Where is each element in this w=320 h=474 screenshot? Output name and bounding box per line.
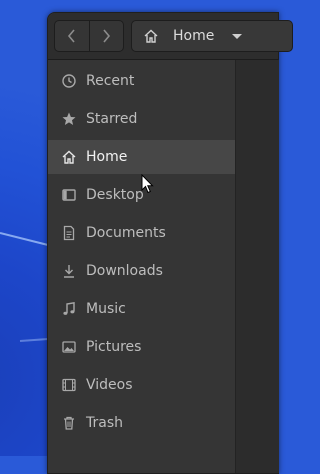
navigation-buttons <box>54 20 124 52</box>
sidebar-item-downloads[interactable]: Downloads <box>48 254 235 288</box>
sidebar-item-label: Recent <box>86 73 135 89</box>
sidebar-item-videos[interactable]: Videos <box>48 368 235 402</box>
places-sidebar: Recent Starred Home Desktop Documents Do… <box>48 60 235 473</box>
sidebar-item-label: Pictures <box>86 339 142 355</box>
trash-icon <box>60 414 78 432</box>
sidebar-item-label: Home <box>86 149 128 165</box>
sidebar-item-music[interactable]: Music <box>48 292 235 326</box>
mouse-pointer-icon <box>141 173 155 198</box>
location-label: Home <box>173 28 215 44</box>
clock-icon <box>60 72 78 90</box>
header-bar: Home <box>48 13 293 60</box>
sidebar-item-label: Trash <box>86 415 123 431</box>
sidebar-item-home[interactable]: Home <box>48 140 235 174</box>
music-icon <box>60 300 78 318</box>
document-icon <box>60 224 78 242</box>
chevron-left-icon <box>67 29 75 43</box>
sidebar-item-label: Desktop <box>86 187 144 203</box>
chevron-down-icon[interactable] <box>232 33 243 39</box>
sidebar-item-label: Music <box>86 301 126 317</box>
sidebar-item-recent[interactable]: Recent <box>48 64 235 98</box>
back-button[interactable] <box>55 21 89 51</box>
sidebar-item-label: Downloads <box>86 263 163 279</box>
home-icon <box>141 26 161 46</box>
sidebar-item-trash[interactable]: Trash <box>48 406 235 440</box>
sidebar-item-label: Videos <box>86 377 133 393</box>
chevron-right-icon <box>103 29 111 43</box>
sidebar-item-documents[interactable]: Documents <box>48 216 235 250</box>
star-icon <box>60 110 78 128</box>
desktop-icon <box>60 186 78 204</box>
download-icon <box>60 262 78 280</box>
location-pathbar[interactable]: Home <box>131 20 293 52</box>
sidebar-item-starred[interactable]: Starred <box>48 102 235 136</box>
desktop-wallpaper-line <box>19 337 50 342</box>
forward-button[interactable] <box>88 21 124 51</box>
video-icon <box>60 376 78 394</box>
picture-icon <box>60 338 78 356</box>
desktop-wallpaper-line <box>0 232 49 247</box>
sidebar-item-pictures[interactable]: Pictures <box>48 330 235 364</box>
sidebar-item-label: Starred <box>86 111 138 127</box>
file-manager-window: Home Recent Starred Home Desktop Documen… <box>47 12 293 474</box>
content-area <box>235 60 279 473</box>
sidebar-item-label: Documents <box>86 225 166 241</box>
home-icon <box>60 148 78 166</box>
